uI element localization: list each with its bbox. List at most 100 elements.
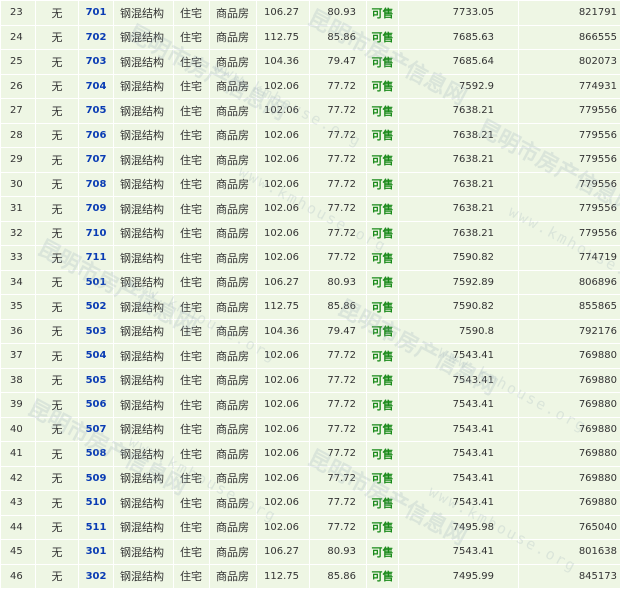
total-price: 769880 <box>518 416 620 442</box>
total-price: 774931 <box>518 73 620 99</box>
sale-status: 可售 <box>366 0 399 26</box>
room-number-link[interactable]: 507 <box>78 416 114 442</box>
room-number-link[interactable]: 511 <box>78 514 114 540</box>
usage-type: 住宅 <box>173 147 210 173</box>
unit-field: 无 <box>35 514 79 540</box>
table-row: 35 无 502 钢混结构 住宅 商品房 112.75 85.86 可售 7590.82 85586… <box>0 294 620 320</box>
unit-field: 无 <box>35 441 79 467</box>
room-number-link[interactable]: 508 <box>78 441 114 467</box>
table-row: 28 无 706 钢混结构 住宅 商品房 102.06 77.72 可售 7638.21 77955… <box>0 122 620 148</box>
row-index: 23 <box>0 0 36 26</box>
unit-field: 无 <box>35 147 79 173</box>
usage-type: 住宅 <box>173 514 210 540</box>
structure-type: 钢混结构 <box>113 147 174 173</box>
usage-type: 住宅 <box>173 294 210 320</box>
structure-type: 钢混结构 <box>113 318 174 344</box>
sale-status: 可售 <box>366 441 399 467</box>
usage-type: 住宅 <box>173 563 210 589</box>
unit-price: 7638.21 <box>398 220 519 246</box>
row-index: 44 <box>0 514 36 540</box>
room-number-link[interactable]: 701 <box>78 0 114 26</box>
row-index: 24 <box>0 24 36 50</box>
inner-area: 77.72 <box>309 73 367 99</box>
sale-status: 可售 <box>366 122 399 148</box>
unit-field: 无 <box>35 367 79 393</box>
structure-type: 钢混结构 <box>113 343 174 369</box>
sale-status: 可售 <box>366 539 399 565</box>
building-area: 102.06 <box>256 514 310 540</box>
inner-area: 80.93 <box>309 539 367 565</box>
property-kind: 商品房 <box>209 514 257 540</box>
structure-type: 钢混结构 <box>113 392 174 418</box>
total-price: 779556 <box>518 220 620 246</box>
room-number-link[interactable]: 704 <box>78 73 114 99</box>
inner-area: 77.72 <box>309 147 367 173</box>
total-price: 769880 <box>518 343 620 369</box>
building-area: 102.06 <box>256 171 310 197</box>
building-area: 106.27 <box>256 269 310 295</box>
row-index: 32 <box>0 220 36 246</box>
room-number-link[interactable]: 706 <box>78 122 114 148</box>
room-number-link[interactable]: 302 <box>78 563 114 589</box>
building-area: 102.06 <box>256 196 310 222</box>
structure-type: 钢混结构 <box>113 98 174 124</box>
structure-type: 钢混结构 <box>113 0 174 26</box>
room-number-link[interactable]: 505 <box>78 367 114 393</box>
room-number-link[interactable]: 710 <box>78 220 114 246</box>
room-number-link[interactable]: 708 <box>78 171 114 197</box>
room-number-link[interactable]: 502 <box>78 294 114 320</box>
sale-status: 可售 <box>366 490 399 516</box>
row-index: 42 <box>0 465 36 491</box>
total-price: 769880 <box>518 465 620 491</box>
row-index: 46 <box>0 563 36 589</box>
room-number-link[interactable]: 702 <box>78 24 114 50</box>
room-number-link[interactable]: 711 <box>78 245 114 271</box>
building-area: 102.06 <box>256 343 310 369</box>
unit-field: 无 <box>35 465 79 491</box>
total-price: 792176 <box>518 318 620 344</box>
table-row: 33 无 711 钢混结构 住宅 商品房 102.06 77.72 可售 7590.82 77471… <box>0 245 620 271</box>
property-kind: 商品房 <box>209 196 257 222</box>
structure-type: 钢混结构 <box>113 563 174 589</box>
sale-status: 可售 <box>366 220 399 246</box>
table-row: 30 无 708 钢混结构 住宅 商品房 102.06 77.72 可售 7638.21 77955… <box>0 171 620 197</box>
usage-type: 住宅 <box>173 98 210 124</box>
room-number-link[interactable]: 504 <box>78 343 114 369</box>
usage-type: 住宅 <box>173 441 210 467</box>
room-number-link[interactable]: 703 <box>78 49 114 75</box>
property-kind: 商品房 <box>209 245 257 271</box>
room-number-link[interactable]: 705 <box>78 98 114 124</box>
room-number-link[interactable]: 501 <box>78 269 114 295</box>
unit-field: 无 <box>35 563 79 589</box>
room-number-link[interactable]: 506 <box>78 392 114 418</box>
table-row: 40 无 507 钢混结构 住宅 商品房 102.06 77.72 可售 7543.41 76988… <box>0 416 620 442</box>
unit-price: 7543.41 <box>398 441 519 467</box>
row-index: 37 <box>0 343 36 369</box>
room-number-link[interactable]: 301 <box>78 539 114 565</box>
row-index: 28 <box>0 122 36 148</box>
total-price: 855865 <box>518 294 620 320</box>
usage-type: 住宅 <box>173 0 210 26</box>
unit-field: 无 <box>35 343 79 369</box>
building-area: 102.06 <box>256 220 310 246</box>
sale-status: 可售 <box>366 343 399 369</box>
room-number-link[interactable]: 709 <box>78 196 114 222</box>
room-number-link[interactable]: 510 <box>78 490 114 516</box>
room-number-link[interactable]: 509 <box>78 465 114 491</box>
property-kind: 商品房 <box>209 343 257 369</box>
sale-status: 可售 <box>366 367 399 393</box>
sale-status: 可售 <box>366 392 399 418</box>
property-kind: 商品房 <box>209 318 257 344</box>
total-price: 779556 <box>518 171 620 197</box>
building-area: 102.06 <box>256 73 310 99</box>
property-kind: 商品房 <box>209 49 257 75</box>
unit-price: 7543.41 <box>398 367 519 393</box>
total-price: 769880 <box>518 392 620 418</box>
usage-type: 住宅 <box>173 392 210 418</box>
structure-type: 钢混结构 <box>113 196 174 222</box>
room-number-link[interactable]: 503 <box>78 318 114 344</box>
unit-price: 7543.41 <box>398 465 519 491</box>
row-index: 36 <box>0 318 36 344</box>
row-index: 30 <box>0 171 36 197</box>
room-number-link[interactable]: 707 <box>78 147 114 173</box>
